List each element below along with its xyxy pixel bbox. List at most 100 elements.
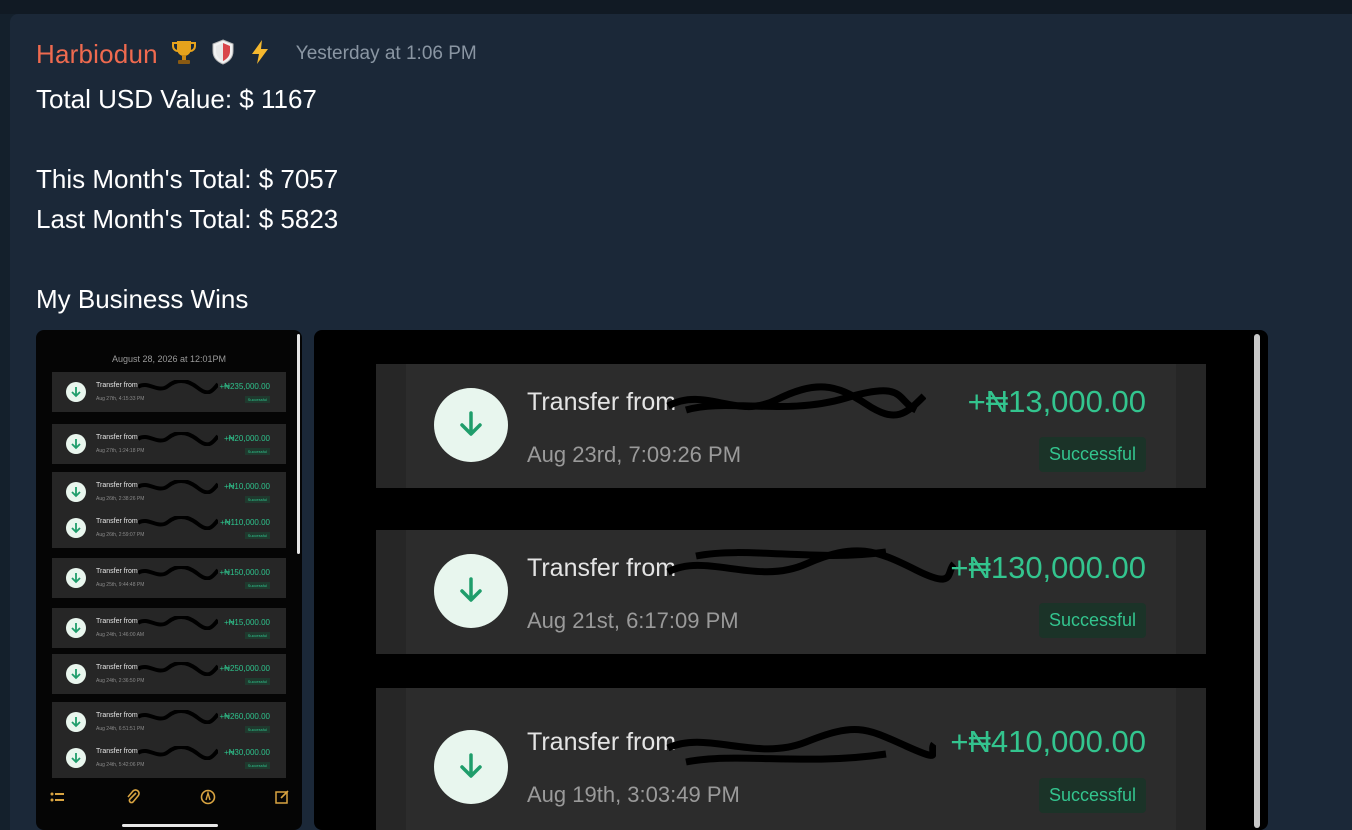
thumb-row-status: Successful <box>244 582 270 589</box>
transaction-amount: +₦13,000.00 <box>967 384 1146 419</box>
download-arrow-icon <box>66 568 86 588</box>
thumb-row-amount: +₦20,000.00 <box>223 434 270 443</box>
thumb-row-amount: +₦30,000.00 <box>223 748 270 757</box>
redaction-scribble <box>138 480 218 494</box>
thumb-row-date: Aug 26th, 2:38:26 PM <box>96 496 145 502</box>
thumb-row-date: Aug 26th, 2:59:07 PM <box>96 532 145 538</box>
transaction-amount: +₦130,000.00 <box>950 550 1146 585</box>
last-month-total: Last Month's Total: $ 5823 <box>36 204 339 234</box>
thumb-row-status: Successful <box>244 396 270 403</box>
thumb-row-title: Transfer from <box>96 618 138 625</box>
thumb-row-title: Transfer from <box>96 568 138 575</box>
thumb-card: Transfer from Aug 24th, 6:51:51 PM +₦260… <box>52 702 286 778</box>
thumb-date: August 28, 2026 at 12:01PM <box>111 354 227 364</box>
message-timestamp: Yesterday at 1:06 PM <box>295 43 477 64</box>
thumb-row-status: Successful <box>244 678 270 685</box>
compass-icon <box>200 789 216 808</box>
transaction-title: Transfer from <box>527 728 677 756</box>
thumb-row-title: Transfer from <box>96 382 138 389</box>
thumb-row-title: Transfer from <box>96 482 138 489</box>
thumb-card: Transfer from Aug 27th, 1:24:18 PM +₦20,… <box>52 424 286 464</box>
redaction-scribble <box>138 746 218 760</box>
thumb-row-title: Transfer from <box>96 748 138 755</box>
thumb-row: Transfer from Aug 24th, 5:42:06 PM +₦30,… <box>52 740 286 776</box>
attachment-image-transfers-list[interactable]: August 28, 2026 at 12:01PM Transfer from… <box>36 330 302 830</box>
redaction-scribble <box>138 516 218 530</box>
redaction-scribble <box>666 547 956 583</box>
thumb-row: Transfer from Aug 24th, 1:46:00 AM +₦15,… <box>52 610 286 646</box>
thumb-row: Transfer from Aug 24th, 2:36:50 PM +₦250… <box>52 656 286 692</box>
thumb-row: Transfer from Aug 25th, 9:44:48 PM +₦150… <box>52 560 286 596</box>
author-name[interactable]: Harbiodun <box>36 39 158 70</box>
transaction-date: Aug 19th, 3:03:49 PM <box>527 782 740 807</box>
thumb-row: Transfer from Aug 27th, 1:24:18 PM +₦20,… <box>52 426 286 462</box>
thumb-row-status: Successful <box>244 726 270 733</box>
download-arrow-icon <box>66 382 86 402</box>
thumb-row-date: Aug 27th, 4:15:33 PM <box>96 396 145 402</box>
transaction-card: Transfer from Aug 23rd, 7:09:26 PM +₦13,… <box>376 364 1206 488</box>
thumb-row-date: Aug 24th, 2:36:50 PM <box>96 678 145 684</box>
thumb-row-amount: +₦150,000.00 <box>219 568 271 577</box>
thumb-row-date: Aug 27th, 1:24:18 PM <box>96 448 145 454</box>
transaction-amount: +₦410,000.00 <box>950 724 1146 759</box>
download-arrow-icon <box>66 518 86 538</box>
redaction-scribble <box>666 383 926 419</box>
download-arrow-icon <box>66 712 86 732</box>
download-arrow-icon <box>66 482 86 502</box>
thumb-row-title: Transfer from <box>96 434 138 441</box>
thumb-row-date: Aug 24th, 5:42:06 PM <box>96 762 145 768</box>
download-arrow-icon <box>434 554 508 628</box>
thumb-row-amount: +₦235,000.00 <box>219 382 271 391</box>
thumb-scrollbar <box>297 334 300 554</box>
thumb-row-status: Successful <box>244 532 270 539</box>
thumb-row-status: Successful <box>244 496 270 503</box>
status-badge: Successful <box>1038 437 1146 472</box>
thumb-row-title: Transfer from <box>96 712 138 719</box>
redaction-scribble <box>138 616 218 630</box>
thumb-row: Transfer from Aug 26th, 2:59:07 PM +₦110… <box>52 510 286 546</box>
status-badge: Successful <box>1038 778 1146 813</box>
transaction-title: Transfer from <box>527 554 677 582</box>
download-arrow-icon <box>66 664 86 684</box>
total-usd-value: Total USD Value: $ 1167 <box>36 84 317 114</box>
redaction-scribble <box>666 726 936 766</box>
thumb-row: Transfer from Aug 24th, 6:51:51 PM +₦260… <box>52 704 286 740</box>
redaction-scribble <box>138 566 218 580</box>
list-icon <box>50 791 66 808</box>
thumb-row: Transfer from Aug 27th, 4:15:33 PM +₦235… <box>52 374 286 410</box>
thumb-row-amount: +₦15,000.00 <box>223 618 270 627</box>
thumb-row-amount: +₦10,000.00 <box>223 482 270 491</box>
download-arrow-icon <box>66 748 86 768</box>
shield-icon <box>210 38 236 71</box>
redaction-scribble <box>138 662 218 676</box>
trophy-icon <box>170 38 198 71</box>
lightning-icon <box>248 38 272 71</box>
transaction-title: Transfer from <box>527 388 677 416</box>
transaction-date: Aug 23rd, 7:09:26 PM <box>527 442 742 467</box>
thumb-row-amount: +₦110,000.00 <box>220 518 270 527</box>
attachment-image-transfer-details[interactable]: Transfer from Aug 23rd, 7:09:26 PM +₦13,… <box>314 330 1268 830</box>
compose-icon <box>274 789 290 808</box>
home-indicator <box>122 824 218 827</box>
transaction-date: Aug 21st, 6:17:09 PM <box>527 608 739 633</box>
chat-message: Harbiodun Yesterday at 1:06 PM Total USD… <box>10 14 1352 830</box>
message-header: Harbiodun Yesterday at 1:06 PM <box>36 38 477 70</box>
image-scrollbar <box>1254 334 1260 828</box>
download-arrow-icon <box>434 388 508 462</box>
thumb-row-date: Aug 25th, 9:44:48 PM <box>96 582 145 588</box>
thumb-row-date: Aug 24th, 6:51:51 PM <box>96 726 145 732</box>
download-arrow-icon <box>66 618 86 638</box>
window-top-bar <box>0 0 1352 14</box>
thumb-row-status: Successful <box>244 448 270 455</box>
thumb-row-title: Transfer from <box>96 518 138 525</box>
thumb-card: Transfer from Aug 27th, 4:15:33 PM +₦235… <box>52 372 286 412</box>
download-arrow-icon <box>434 730 508 804</box>
thumb-row-title: Transfer from <box>96 664 138 671</box>
thumb-row-amount: +₦250,000.00 <box>219 664 271 673</box>
thumb-row-amount: +₦260,000.00 <box>219 712 271 721</box>
business-wins-heading: My Business Wins <box>36 284 249 314</box>
redaction-scribble <box>138 710 218 724</box>
thumb-row: Transfer from Aug 26th, 2:38:26 PM +₦10,… <box>52 474 286 510</box>
transaction-card: Transfer from Aug 19th, 3:03:49 PM +₦410… <box>376 688 1206 830</box>
redaction-scribble <box>138 380 218 394</box>
